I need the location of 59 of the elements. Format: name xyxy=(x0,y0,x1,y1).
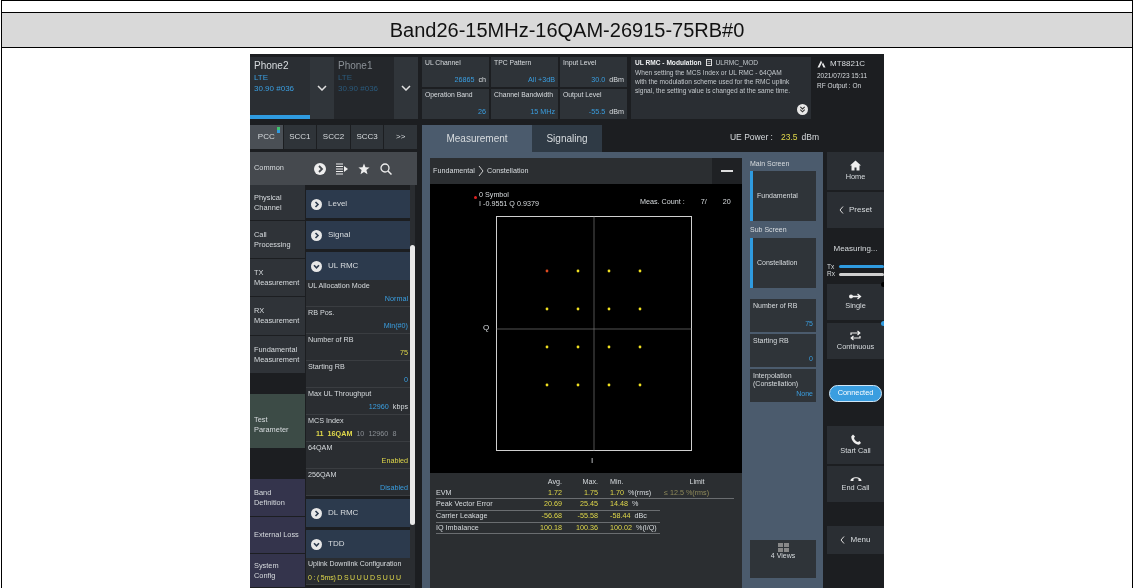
main-tab[interactable]: Signaling xyxy=(532,125,602,152)
document-icon xyxy=(705,59,712,67)
chevron-right-icon xyxy=(311,507,322,519)
chevron-down-icon xyxy=(311,260,322,272)
document-title: Band26-15MHz-16QAM-26915-75RB#0 xyxy=(2,13,1132,48)
scrollbar[interactable] xyxy=(410,185,415,588)
minimize-button[interactable] xyxy=(712,158,742,184)
star-icon[interactable] xyxy=(358,162,370,175)
carrier-tab[interactable]: SCC1 xyxy=(283,125,317,149)
phone-tab[interactable]: Phone1 LTE 30.90 #036 xyxy=(334,57,418,119)
carrier-tab[interactable]: >> xyxy=(384,125,417,149)
home-icon xyxy=(850,160,861,172)
arrow-right-icon xyxy=(849,293,862,301)
chevron-right-icon[interactable] xyxy=(314,162,326,175)
menu-button[interactable]: Menu xyxy=(827,526,884,555)
main-tab[interactable]: Measurement xyxy=(422,125,532,152)
settings-group-header[interactable]: Signal xyxy=(306,221,410,249)
preset-button[interactable]: Preset xyxy=(827,192,884,228)
settings-group-header[interactable]: TDD xyxy=(306,530,410,558)
settings-group-header[interactable]: UL RMC xyxy=(306,252,410,280)
settings-group-header[interactable]: Level xyxy=(306,190,410,218)
y-axis-label: Q xyxy=(483,323,490,333)
phone-name: Phone2 xyxy=(254,60,290,72)
chevron-left-icon xyxy=(838,206,844,214)
ue-power-value: 23.5 xyxy=(780,131,798,143)
ue-power-label: UE Power : xyxy=(729,131,773,143)
hang-up-icon xyxy=(849,475,862,483)
status-indicator-icon xyxy=(276,127,280,133)
phone-system: LTE xyxy=(254,73,270,83)
x-axis-label: I xyxy=(591,456,594,466)
phone-tab[interactable]: Phone2 LTE 30.90 #036 xyxy=(250,57,334,119)
chevron-down-icon xyxy=(311,538,322,550)
phone-channel: 30.90 #036 xyxy=(338,83,380,94)
repeat-icon xyxy=(849,330,862,342)
chevron-left-icon xyxy=(840,536,846,545)
settings-group-header[interactable]: DL RMC xyxy=(306,499,410,527)
minimize-icon xyxy=(721,170,733,172)
search-icon[interactable] xyxy=(380,162,392,175)
logo-icon xyxy=(817,59,826,68)
dropdown-chevron-icon[interactable] xyxy=(401,85,411,91)
instrument-model: MT8821C xyxy=(830,59,866,69)
expand-icon[interactable] xyxy=(797,104,808,115)
chevron-right-icon xyxy=(311,229,322,241)
phone-channel: 30.90 #036 xyxy=(254,83,296,94)
measuring-status: Measuring... xyxy=(832,244,879,254)
marker-dot xyxy=(474,196,477,199)
breadcrumb-chevron-icon xyxy=(477,165,484,177)
ue-power-unit: dBm xyxy=(801,131,819,143)
grid-icon xyxy=(777,543,789,552)
carrier-tab[interactable]: SCC2 xyxy=(317,125,350,149)
phone-system: LTE xyxy=(338,73,354,83)
phone-name: Phone1 xyxy=(338,60,374,72)
list-arrow-icon[interactable] xyxy=(336,162,348,175)
chevron-right-icon xyxy=(311,198,322,210)
dropdown-chevron-icon[interactable] xyxy=(317,85,327,91)
carrier-tab[interactable]: PCC xyxy=(250,125,283,149)
phone-icon xyxy=(850,434,861,446)
carrier-tab[interactable]: SCC3 xyxy=(350,125,384,149)
scrollbar-thumb[interactable] xyxy=(410,245,415,525)
